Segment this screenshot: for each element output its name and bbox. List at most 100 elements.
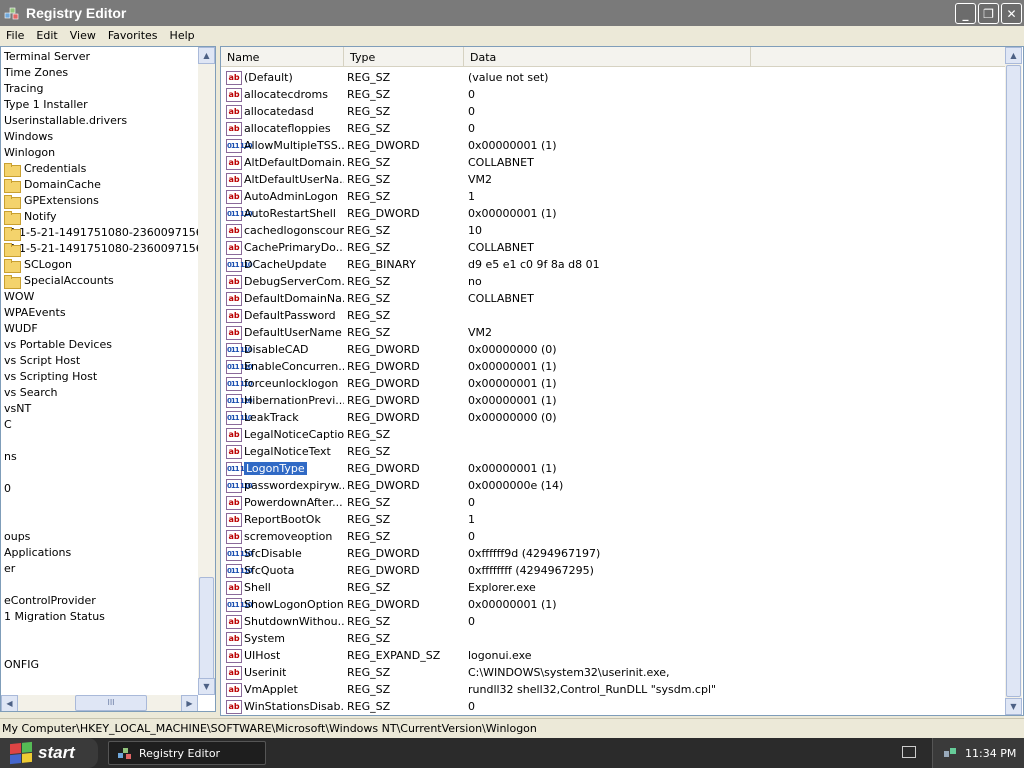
table-row[interactable]: 011 110 LogonType REG_DWORD 0x00000001 (1) (221, 460, 1005, 477)
column-name[interactable]: Name (221, 47, 344, 67)
tree-item[interactable]: WPAEvents (1, 305, 199, 321)
keyboard-icon[interactable] (902, 746, 916, 758)
tree-item[interactable]: er (1, 561, 199, 577)
scroll-up-icon[interactable]: ▲ (1005, 47, 1022, 64)
registry-tree[interactable]: Terminal Server Time Zones Tracing Type 1 I… (0, 46, 216, 712)
table-row[interactable]: ab cachedlogonscount REG_SZ 10 (221, 222, 1005, 239)
table-row[interactable]: ab DebugServerCom... REG_SZ no (221, 273, 1005, 290)
tree-item[interactable] (1, 433, 199, 449)
scroll-thumb[interactable] (199, 577, 214, 687)
table-row[interactable]: ab Userinit REG_SZ C:\WINDOWS\system32\user… (221, 664, 1005, 681)
table-row[interactable]: ab LegalNoticeCaption REG_SZ (221, 426, 1005, 443)
table-row[interactable]: ab allocatecdroms REG_SZ 0 (221, 86, 1005, 103)
tree-item[interactable]: WUDF (1, 321, 199, 337)
table-row[interactable]: ab scremoveoption REG_SZ 0 (221, 528, 1005, 545)
table-row[interactable]: ab WinStationsDisab... REG_SZ 0 (221, 698, 1005, 715)
tree-item[interactable]: eControlProvider (1, 593, 199, 609)
table-row[interactable]: ab (Default) REG_SZ (value not set) (221, 69, 1005, 86)
table-row[interactable]: 011 110 DCacheUpdate REG_BINARY d9 e5 e1 c0… (221, 256, 1005, 273)
scroll-right-icon[interactable]: ▶ (181, 695, 198, 711)
table-row[interactable]: 011 110 passwordexpiryw... REG_DWORD 0x0000… (221, 477, 1005, 494)
table-row[interactable]: ab System REG_SZ (221, 630, 1005, 647)
maximize-button[interactable]: ❐ (978, 3, 999, 24)
horizontal-scroll-thumb[interactable]: III (75, 695, 147, 711)
table-row[interactable]: ab allocatedasd REG_SZ 0 (221, 103, 1005, 120)
tree-item[interactable]: SCLogon (1, 257, 199, 273)
tree-item[interactable]: SpecialAccounts (1, 273, 199, 289)
minimize-button[interactable]: _ (955, 3, 976, 24)
tree-item[interactable]: Applications (1, 545, 199, 561)
tree-item[interactable]: Tracing (1, 81, 199, 97)
column-data[interactable]: Data (464, 47, 751, 67)
tree-item[interactable] (1, 497, 199, 513)
menu-help[interactable]: Help (164, 29, 201, 42)
start-button[interactable]: start (0, 738, 98, 768)
menu-file[interactable]: File (0, 29, 30, 42)
table-row[interactable]: 011 110 LeakTrack REG_DWORD 0x00000000 (0) (221, 409, 1005, 426)
tree-horizontal-scrollbar[interactable]: ◀ III ▶ (1, 695, 198, 711)
tree-item[interactable] (1, 465, 199, 481)
table-row[interactable]: ab allocatefloppies REG_SZ 0 (221, 120, 1005, 137)
scroll-left-icon[interactable]: ◀ (1, 695, 18, 711)
tree-item[interactable]: S-1-5-21-1491751080-2360097156- (1, 241, 199, 257)
tree-item[interactable]: Userinstallable.drivers (1, 113, 199, 129)
scroll-up-icon[interactable]: ▲ (198, 47, 215, 64)
menu-favorites[interactable]: Favorites (102, 29, 164, 42)
scroll-thumb[interactable] (1006, 65, 1021, 697)
table-row[interactable]: ab Shell REG_SZ Explorer.exe (221, 579, 1005, 596)
list-vertical-scrollbar[interactable]: ▲ ▼ (1005, 47, 1022, 715)
table-row[interactable]: 011 110 ShowLogonOptions REG_DWORD 0x000000… (221, 596, 1005, 613)
tree-item[interactable] (1, 625, 199, 641)
tree-item[interactable]: Terminal Server (1, 49, 199, 65)
tree-item[interactable]: vs Search (1, 385, 199, 401)
tree-item[interactable]: WOW (1, 289, 199, 305)
network-icon[interactable] (943, 746, 957, 760)
table-row[interactable]: 011 110 AllowMultipleTSS... REG_DWORD 0x000… (221, 137, 1005, 154)
scroll-down-icon[interactable]: ▼ (1005, 698, 1022, 715)
tree-item[interactable]: GPExtensions (1, 193, 199, 209)
tree-item[interactable]: C (1, 417, 199, 433)
clock[interactable]: 11:34 PM (965, 747, 1016, 760)
table-row[interactable]: ab PowerdownAfter... REG_SZ 0 (221, 494, 1005, 511)
tree-item[interactable]: 0 (1, 481, 199, 497)
table-row[interactable]: 011 110 forceunlocklogon REG_DWORD 0x000000… (221, 375, 1005, 392)
table-row[interactable]: ab AutoAdminLogon REG_SZ 1 (221, 188, 1005, 205)
table-row[interactable]: 011 110 EnableConcurren... REG_DWORD 0x0000… (221, 358, 1005, 375)
tree-item[interactable]: Credentials (1, 161, 199, 177)
taskbar-registry-editor[interactable]: Registry Editor (108, 741, 266, 765)
tree-item[interactable]: Time Zones (1, 65, 199, 81)
tree-item[interactable]: vsNT (1, 401, 199, 417)
tree-item[interactable]: ONFIG (1, 657, 199, 673)
close-button[interactable]: ✕ (1001, 3, 1022, 24)
table-row[interactable]: ab AltDefaultUserNa... REG_SZ VM2 (221, 171, 1005, 188)
table-row[interactable]: ab ShutdownWithou... REG_SZ 0 (221, 613, 1005, 630)
table-row[interactable]: 011 110 SfcQuota REG_DWORD 0xffffffff (4294… (221, 562, 1005, 579)
tree-item[interactable]: Windows (1, 129, 199, 145)
tree-item[interactable]: S-1-5-21-1491751080-2360097156- (1, 225, 199, 241)
scroll-down-icon[interactable]: ▼ (198, 678, 215, 695)
column-type[interactable]: Type (344, 47, 464, 67)
table-row[interactable]: ab AltDefaultDomain... REG_SZ COLLABNET (221, 154, 1005, 171)
tree-item[interactable] (1, 641, 199, 657)
table-row[interactable]: ab DefaultDomainNa... REG_SZ COLLABNET (221, 290, 1005, 307)
menu-view[interactable]: View (64, 29, 102, 42)
values-list[interactable]: Name Type Data ab (Default) REG_SZ (value n… (220, 46, 1024, 716)
table-row[interactable]: ab UIHost REG_EXPAND_SZ logonui.exe (221, 647, 1005, 664)
tree-item[interactable]: vs Script Host (1, 353, 199, 369)
table-row[interactable]: ab LegalNoticeText REG_SZ (221, 443, 1005, 460)
menu-edit[interactable]: Edit (30, 29, 63, 42)
table-row[interactable]: ab CachePrimaryDo... REG_SZ COLLABNET (221, 239, 1005, 256)
tree-vertical-scrollbar[interactable]: ▲ ▼ (198, 47, 215, 695)
tree-item[interactable]: DomainCache (1, 177, 199, 193)
tree-item[interactable]: Type 1 Installer (1, 97, 199, 113)
table-row[interactable]: ab DefaultUserName REG_SZ VM2 (221, 324, 1005, 341)
table-row[interactable]: ab DefaultPassword REG_SZ (221, 307, 1005, 324)
table-row[interactable]: 011 110 HibernationPrevi... REG_DWORD 0x000… (221, 392, 1005, 409)
tree-item[interactable]: ns (1, 449, 199, 465)
table-row[interactable]: 011 110 SfcDisable REG_DWORD 0xffffff9d (42… (221, 545, 1005, 562)
table-row[interactable]: ab VmApplet REG_SZ rundll32 shell32,Control… (221, 681, 1005, 698)
table-row[interactable]: 011 110 DisableCAD REG_DWORD 0x00000000 (0) (221, 341, 1005, 358)
tree-item[interactable]: vs Portable Devices (1, 337, 199, 353)
tree-item[interactable]: oups (1, 529, 199, 545)
tree-item[interactable]: Notify (1, 209, 199, 225)
